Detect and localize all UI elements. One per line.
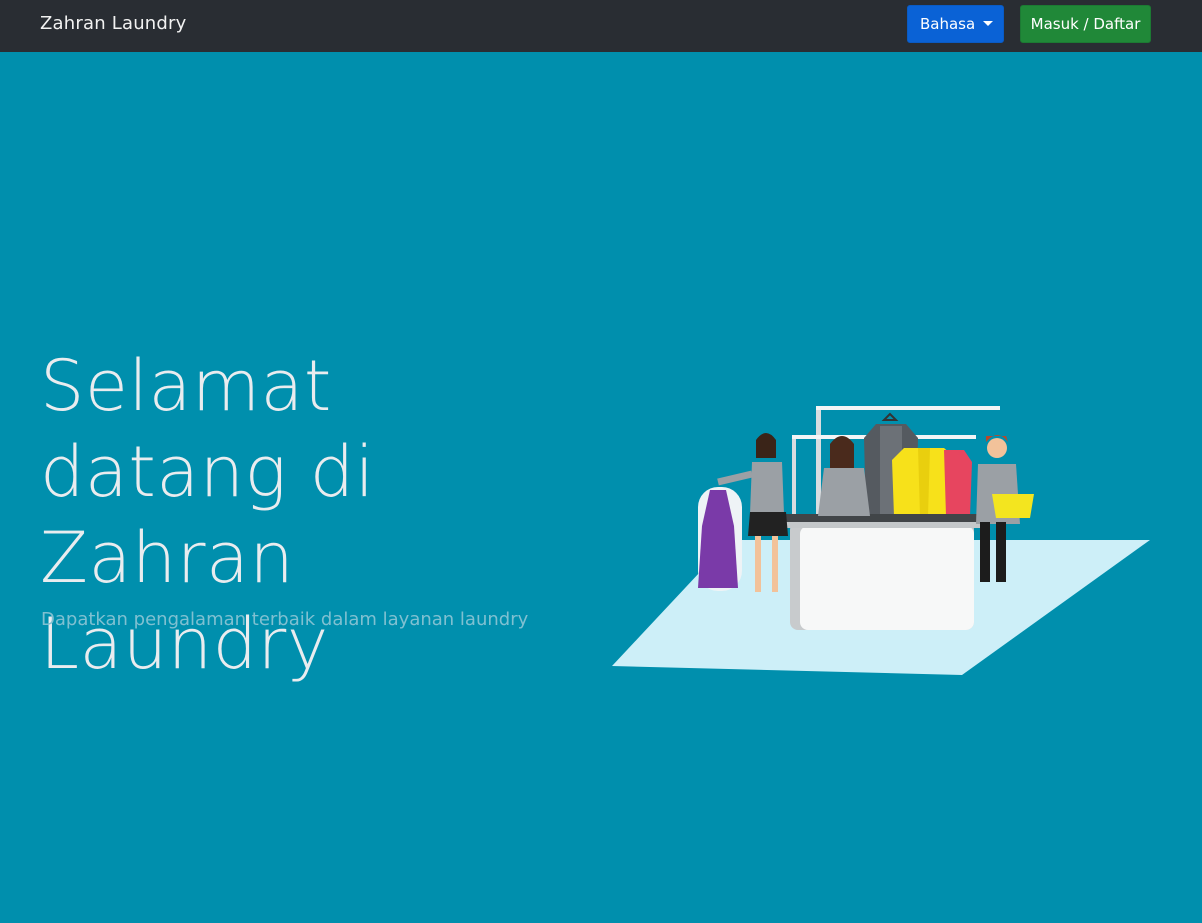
- language-button-label: Bahasa: [920, 15, 976, 33]
- brand-link[interactable]: Zahran Laundry: [40, 12, 186, 36]
- navbar: Zahran Laundry Bahasa Masuk / Daftar: [0, 0, 1202, 52]
- login-button-label: Masuk / Daftar: [1030, 15, 1141, 33]
- caret-down-icon: [983, 21, 994, 26]
- laundry-illustration: [612, 406, 1150, 675]
- hero-section: Selamat datang di Zahran Laundry Dapatka…: [0, 52, 1202, 923]
- login-register-button[interactable]: Masuk / Daftar: [1020, 5, 1151, 43]
- language-dropdown-button[interactable]: Bahasa: [907, 5, 1004, 43]
- hero-subtitle: Dapatkan pengalaman terbaik dalam layana…: [41, 609, 529, 630]
- hero-title: Selamat datang di Zahran Laundry: [40, 345, 375, 685]
